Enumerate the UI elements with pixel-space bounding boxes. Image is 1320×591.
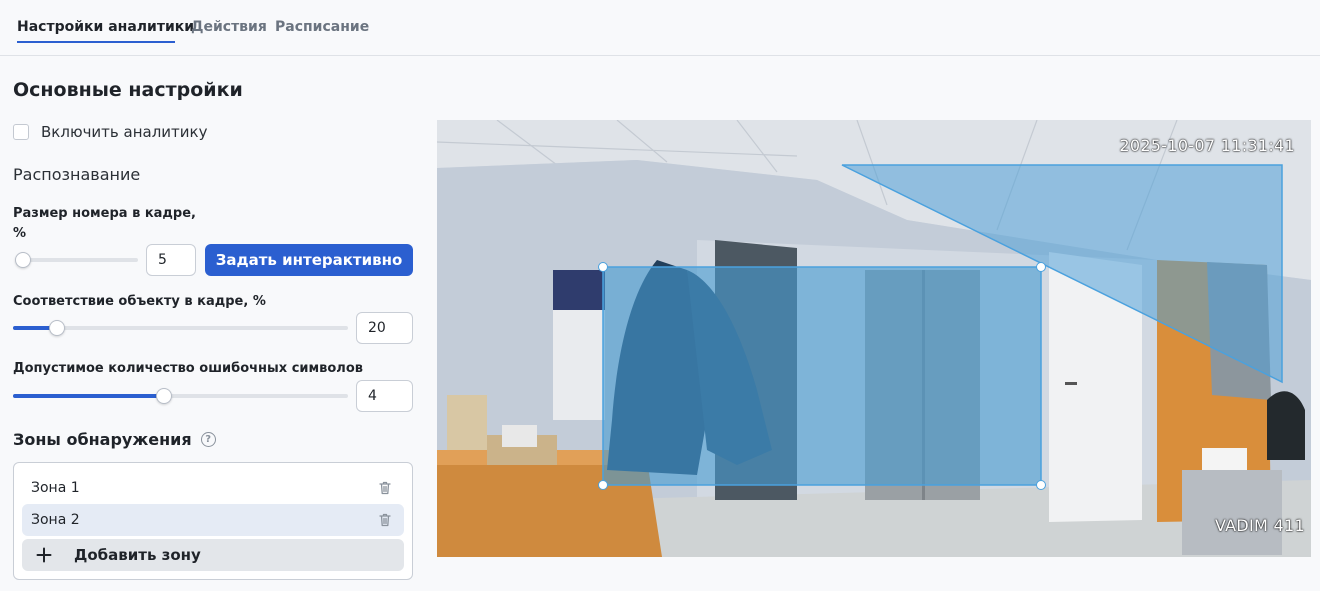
plate-size-unit: % [13,226,27,241]
tab-bar: Настройки аналитики Действия Расписание [0,0,1320,56]
zone-label: Зона 2 [31,512,80,528]
slider-track [17,258,138,262]
plate-size-slider[interactable] [15,252,138,268]
trash-icon[interactable] [377,512,393,528]
zone-item-1[interactable]: Зона 1 [22,472,404,504]
slider-fill [13,394,164,398]
camera-preview[interactable]: 2025-10-07 11:31:41 VADIM 411 [437,120,1311,557]
tab-schedule[interactable]: Расписание [275,19,369,35]
active-tab-indicator [17,41,175,43]
add-zone-button[interactable]: Добавить зону [22,539,404,571]
slider-thumb[interactable] [15,252,32,268]
enable-analytics-checkbox[interactable] [13,124,29,140]
question-circle-icon[interactable]: ? [200,432,216,447]
recognition-heading: Распознавание [13,165,141,184]
trash-icon[interactable] [377,480,393,496]
object-match-slider[interactable] [13,320,348,336]
camera-timestamp: 2025-10-07 11:31:41 [1119,136,1295,155]
zones-heading: Зоны обнаружения ? [13,430,216,449]
plus-icon [36,547,52,563]
enable-analytics-label[interactable]: Включить аналитику [41,123,207,141]
object-match-label: Соответствие объекту в кадре, % [13,294,266,309]
slider-thumb[interactable] [48,320,65,336]
section-title: Основные настройки [13,79,243,101]
add-zone-label: Добавить зону [74,546,201,564]
zones-list: Зона 1 Зона 2 Добавить зону [13,462,413,580]
slider-thumb[interactable] [155,388,172,404]
tab-analytics-settings[interactable]: Настройки аналитики [17,19,194,35]
allowed-errors-slider[interactable] [13,388,348,404]
zones-title: Зоны обнаружения [13,430,192,449]
zone-label: Зона 1 [31,480,80,496]
tab-actions[interactable]: Действия [191,19,267,35]
allowed-errors-input[interactable]: 4 [356,380,413,412]
object-match-input[interactable]: 20 [356,312,413,344]
allowed-errors-label: Допустимое количество ошибочных символов [13,361,363,376]
plate-size-label: Размер номера в кадре, [13,206,196,221]
plate-size-input[interactable]: 5 [146,244,196,276]
zone-item-2[interactable]: Зона 2 [22,504,404,536]
set-interactive-button[interactable]: Задать интерактивно [205,244,413,276]
camera-name: VADIM 411 [1214,516,1305,535]
enable-analytics-row[interactable]: Включить аналитику [13,123,207,141]
camera-frame-image [437,120,1311,557]
